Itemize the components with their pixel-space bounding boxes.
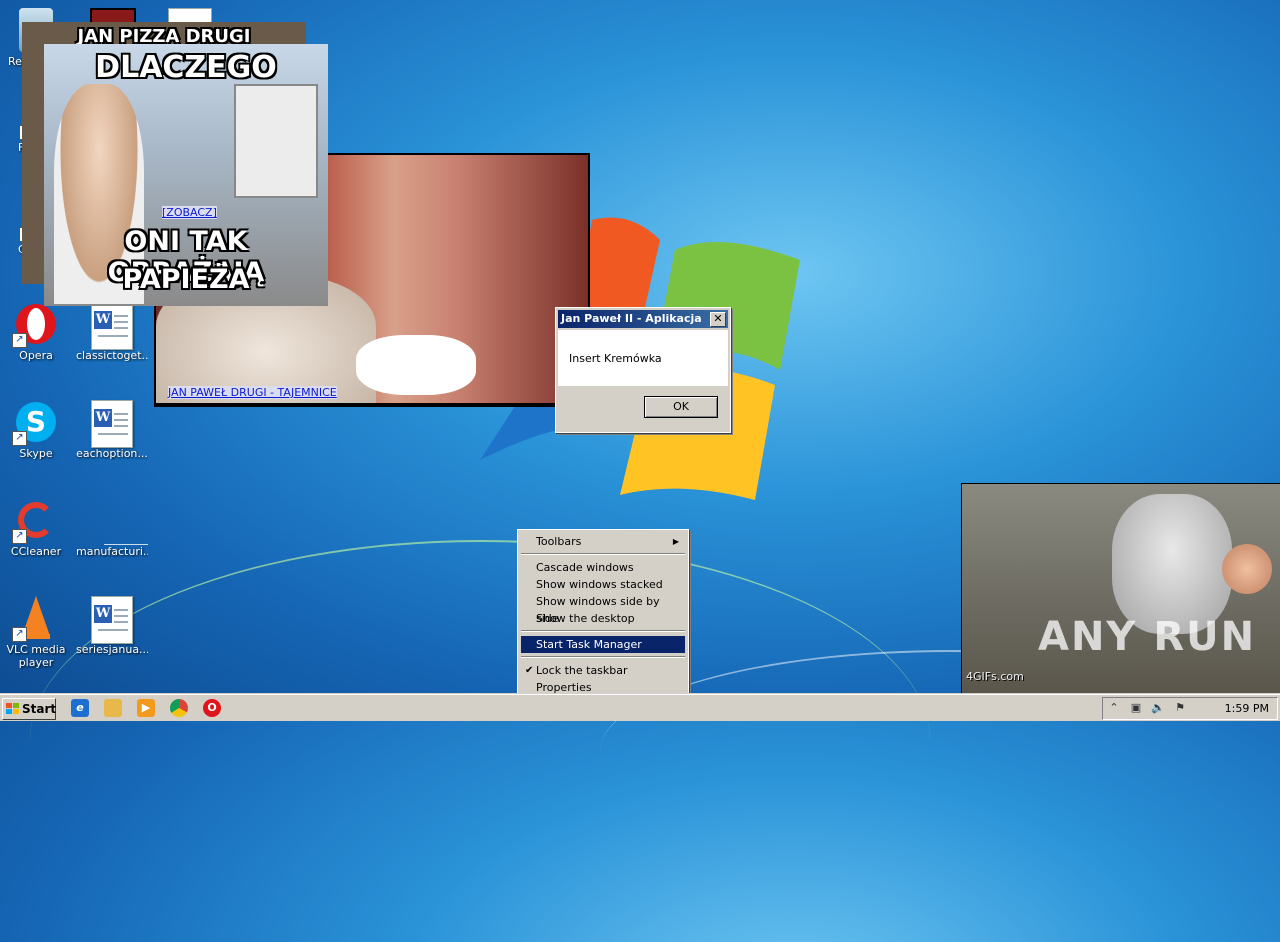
dialog-titlebar[interactable]: Jan Paweł II - Aplikacja ✕	[558, 310, 728, 328]
message-dialog: Jan Paweł II - Aplikacja ✕ Insert Kremów…	[555, 307, 731, 433]
taskbar[interactable]: Start e ▶ O ⌃ ▣ 🔈 ⚑ 1:59 PM	[0, 694, 1280, 721]
menu-item-lock-taskbar[interactable]: ✔ Lock the taskbar	[521, 662, 685, 679]
dialog-message: Insert Kremówka	[569, 352, 662, 365]
anyrun-watermark: ANY RUN	[1038, 614, 1257, 660]
menu-item-label: Show windows stacked	[536, 578, 663, 591]
gif-source: 4GIFs.com	[966, 670, 1024, 683]
desktop-icon-label: Skype	[19, 447, 53, 460]
desktop-icon-classictoget[interactable]: W classictoget...	[76, 302, 148, 362]
desktop-icon-label: Opera	[19, 349, 53, 362]
meme-popup[interactable]: DLACZEGO ONI TAK OBRAŻAJĄ PAPIEŻA [ZOBAC…	[44, 44, 328, 306]
folder-icon[interactable]	[104, 699, 122, 717]
gif-face	[1222, 544, 1272, 594]
meme-top-text: DLACZEGO	[95, 50, 277, 85]
desktop-icon-ccleaner[interactable]: ↗ CCleaner	[0, 498, 72, 558]
close-button[interactable]: ✕	[710, 312, 726, 327]
desktop-icon-label: eachoption...	[76, 447, 148, 460]
submenu-arrow-icon: ▶	[672, 537, 679, 546]
vlc-icon: ↗	[12, 596, 58, 642]
word-document-icon: W	[90, 302, 134, 350]
menu-item-label: Cascade windows	[536, 561, 634, 574]
dialog-title: Jan Paweł II - Aplikacja	[561, 312, 702, 325]
blank-file-icon	[90, 498, 148, 545]
network-flag-icon[interactable]: ⚑	[1173, 701, 1187, 715]
desktop-icon-vlc[interactable]: ↗ VLC media player	[0, 596, 72, 669]
menu-separator	[521, 553, 685, 555]
video-figure	[356, 335, 476, 395]
ccleaner-icon: ↗	[12, 498, 58, 544]
desktop-icon-opera[interactable]: ↗ Opera	[0, 302, 72, 362]
internet-explorer-icon[interactable]: e	[71, 699, 89, 717]
dialog-body: Insert Kremówka	[558, 330, 728, 386]
taskbar-context-menu: Toolbars ▶ Cascade windows Show windows …	[517, 529, 689, 699]
opera-icon[interactable]: O	[203, 699, 221, 717]
windows-flag-icon	[6, 703, 19, 714]
menu-separator	[521, 656, 685, 658]
menu-item-label: Toolbars	[536, 535, 582, 548]
menu-separator	[521, 630, 685, 632]
menu-item-label: Start Task Manager	[536, 638, 642, 651]
system-tray: ⌃ ▣ 🔈 ⚑ 1:59 PM	[1102, 697, 1278, 720]
meme-bottom-text: PAPIEŻA	[122, 264, 250, 295]
start-button[interactable]: Start	[2, 698, 56, 720]
desktop-icon-eachoption[interactable]: W eachoption...	[76, 400, 148, 460]
opera-icon: ↗	[12, 302, 58, 348]
desktop-icon-manufacturi[interactable]: manufacturi...	[76, 498, 148, 558]
checkmark-icon: ✔	[525, 665, 534, 676]
menu-item-toolbars[interactable]: Toolbars ▶	[521, 533, 685, 550]
desktop-icon-label: CCleaner	[10, 545, 62, 558]
ok-button[interactable]: OK	[644, 396, 718, 418]
menu-item-label: Properties	[536, 681, 592, 694]
word-document-icon: W	[90, 400, 134, 448]
menu-item-task-manager[interactable]: Start Task Manager	[521, 636, 685, 653]
menu-item-label: Lock the taskbar	[536, 664, 628, 677]
menu-item-cascade[interactable]: Cascade windows	[521, 559, 685, 576]
gif-person	[1112, 494, 1232, 634]
desktop-icon-label: manufacturi...	[76, 545, 148, 558]
desktop-icon-label: classictoget...	[76, 349, 148, 362]
meme-link[interactable]: [ZOBACZ]	[162, 206, 217, 219]
action-center-icon[interactable]: ▣	[1129, 701, 1143, 715]
gif-popup[interactable]: ANY RUN 4GIFs.com	[961, 483, 1280, 694]
start-label: Start	[22, 702, 57, 716]
volume-icon[interactable]: 🔈	[1151, 701, 1165, 715]
video-link[interactable]: JAN PAWEŁ DRUGI - TAJEMNICE	[168, 386, 337, 399]
chrome-icon[interactable]	[170, 699, 188, 717]
menu-item-stacked[interactable]: Show windows stacked	[521, 576, 685, 593]
menu-item-show-desktop[interactable]: Show the desktop	[521, 610, 685, 627]
show-hidden-icons-chevron-icon[interactable]: ⌃	[1107, 701, 1121, 715]
clock[interactable]: 1:59 PM	[1225, 702, 1269, 715]
desktop-icon-label: seriesjanua...	[76, 643, 148, 656]
desktop-icon-seriesjanua[interactable]: W seriesjanua...	[76, 596, 148, 656]
meme-monitor	[234, 84, 318, 198]
desktop-icon-skype[interactable]: S ↗ Skype	[0, 400, 72, 460]
media-player-icon[interactable]: ▶	[137, 699, 155, 717]
skype-icon: S ↗	[12, 400, 58, 446]
desktop-icon-label: VLC media player	[6, 643, 66, 669]
menu-item-side-by-side[interactable]: Show windows side by side	[521, 593, 685, 625]
word-document-icon: W	[90, 596, 134, 644]
menu-item-label: Show the desktop	[536, 612, 635, 625]
